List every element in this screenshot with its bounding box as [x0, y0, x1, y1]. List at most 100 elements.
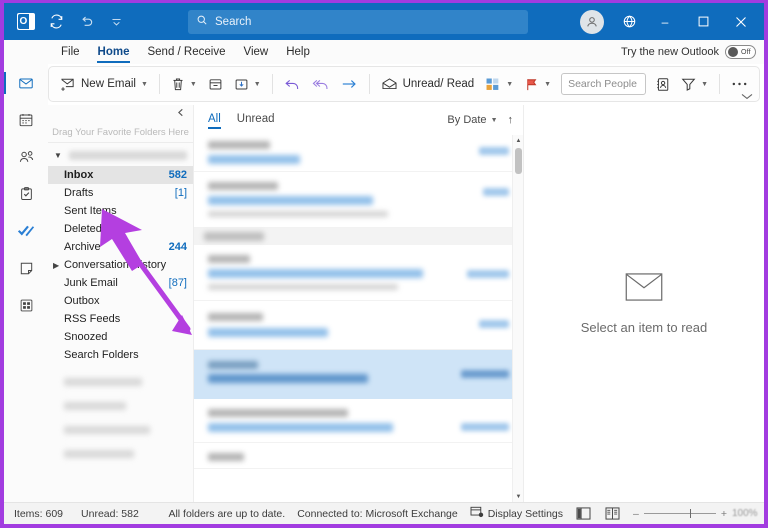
- chevron-down-icon[interactable]: ▼: [190, 81, 197, 88]
- scroll-down-button[interactable]: ▼: [513, 491, 523, 502]
- zoom-control[interactable]: – + 100%: [633, 508, 758, 520]
- rail-item-more-apps[interactable]: [11, 292, 41, 318]
- message-row[interactable]: [194, 245, 523, 301]
- display-settings-label: Display Settings: [488, 508, 563, 520]
- zoom-slider[interactable]: [644, 513, 716, 514]
- reply-all-button[interactable]: [307, 71, 335, 97]
- sort-by-label: By Date: [447, 114, 486, 126]
- favorites-hint: Drag Your Favorite Folders Here: [52, 127, 189, 138]
- try-new-outlook[interactable]: Try the new Outlook Off: [621, 40, 756, 64]
- reply-button[interactable]: [279, 71, 306, 97]
- rail-item-mail[interactable]: [11, 70, 41, 96]
- account-avatar-icon[interactable]: [580, 10, 604, 34]
- minimize-button[interactable]: –: [646, 3, 684, 40]
- title-bar-right: –: [580, 3, 760, 40]
- globe-icon[interactable]: [612, 7, 646, 37]
- folder-item-sent-items[interactable]: Sent Items: [48, 202, 193, 220]
- chevron-down-icon[interactable]: ▼: [254, 81, 261, 88]
- rail-item-people[interactable]: [11, 144, 41, 170]
- filter-email-button[interactable]: ▼: [676, 71, 713, 97]
- menu-view[interactable]: View: [234, 40, 277, 64]
- rail-item-tasks[interactable]: [11, 181, 41, 207]
- menu-send-receive[interactable]: Send / Receive: [138, 40, 234, 64]
- chevron-down-icon[interactable]: ▼: [506, 81, 513, 88]
- menu-file[interactable]: File: [52, 40, 89, 64]
- folder-item-archive[interactable]: Archive 244: [48, 238, 193, 256]
- forward-button[interactable]: [336, 71, 363, 97]
- expand-ribbon-icon[interactable]: [741, 92, 753, 102]
- folder-item-drafts[interactable]: Drafts [1]: [48, 184, 193, 202]
- scroll-up-button[interactable]: ▲: [513, 135, 523, 146]
- try-new-outlook-label: Try the new Outlook: [621, 46, 719, 58]
- rail-item-todo[interactable]: [11, 218, 41, 244]
- folder-item-outbox[interactable]: Outbox: [48, 292, 193, 310]
- send-receive-icon[interactable]: [42, 8, 70, 36]
- rail-item-notes[interactable]: [11, 255, 41, 281]
- search-people-input[interactable]: Search People: [561, 73, 646, 95]
- message-row[interactable]: [194, 301, 523, 350]
- message-row[interactable]: [194, 399, 523, 443]
- sort-direction-icon[interactable]: ↑: [508, 114, 514, 126]
- folder-item-junk-email[interactable]: Junk Email [87]: [48, 274, 193, 292]
- flag-button[interactable]: ▼: [519, 71, 556, 97]
- folder-item-rss-feeds[interactable]: RSS Feeds: [48, 310, 193, 328]
- message-row-selected[interactable]: [194, 350, 523, 399]
- display-settings-button[interactable]: Display Settings: [470, 506, 563, 521]
- scrollbar-thumb[interactable]: [515, 148, 522, 174]
- menu-home[interactable]: Home: [89, 40, 139, 64]
- try-new-outlook-toggle[interactable]: Off: [725, 45, 756, 59]
- folder-item-inbox[interactable]: Inbox 582: [48, 166, 193, 184]
- chevron-right-icon[interactable]: ▶: [53, 261, 59, 270]
- unread-read-button[interactable]: Unread/ Read: [376, 71, 480, 97]
- normal-view-icon[interactable]: [575, 506, 592, 521]
- folder-item-deleted-items[interactable]: Deleted Items: [48, 220, 193, 238]
- chevron-down-icon: ▼: [491, 117, 498, 124]
- chevron-down-icon[interactable]: ▼: [544, 81, 551, 88]
- zoom-in-button[interactable]: +: [721, 508, 727, 520]
- message-row[interactable]: [194, 443, 523, 469]
- message-row[interactable]: [194, 135, 523, 172]
- message-group-header[interactable]: [194, 228, 523, 245]
- menu-help[interactable]: Help: [277, 40, 319, 64]
- search-input[interactable]: Search: [215, 16, 251, 28]
- redacted-folder: [64, 426, 150, 434]
- redacted-folder: [64, 402, 126, 410]
- search-icon: [196, 13, 208, 31]
- maximize-button[interactable]: [684, 3, 722, 40]
- folder-item-search-folders[interactable]: Search Folders: [48, 346, 193, 364]
- new-email-button[interactable]: New Email ▼: [55, 71, 153, 97]
- folder-item-conversation-history[interactable]: ▶ Conversation History: [48, 256, 193, 274]
- quick-steps-button[interactable]: ▼: [480, 71, 518, 97]
- unread-read-label: Unread/ Read: [403, 78, 475, 90]
- filter-tab-unread[interactable]: Unread: [237, 113, 275, 128]
- delete-button[interactable]: ▼: [166, 71, 202, 97]
- status-unread-count: Unread: 582: [81, 508, 139, 520]
- collapse-pane-icon[interactable]: [176, 108, 185, 119]
- customize-qat-icon[interactable]: [102, 8, 130, 36]
- account-row[interactable]: ▼: [48, 143, 193, 164]
- folder-label: Deleted Items: [64, 223, 187, 235]
- close-button[interactable]: [722, 3, 760, 40]
- chevron-down-icon[interactable]: ▼: [54, 151, 64, 160]
- folder-label: RSS Feeds: [64, 313, 187, 325]
- reading-view-icon[interactable]: [604, 506, 621, 521]
- zoom-out-button[interactable]: –: [633, 508, 639, 520]
- message-list-scrollbar[interactable]: ▲ ▼: [512, 135, 523, 502]
- address-book-button[interactable]: [651, 71, 675, 97]
- chevron-down-icon[interactable]: ▼: [701, 81, 708, 88]
- move-button[interactable]: ▼: [229, 71, 266, 97]
- message-row[interactable]: [194, 172, 523, 228]
- rail-item-calendar[interactable]: [11, 107, 41, 133]
- search-box[interactable]: Search: [188, 10, 528, 34]
- divider: [369, 74, 370, 94]
- redacted-folder: [64, 450, 134, 458]
- sort-by-dropdown[interactable]: By Date ▼: [447, 114, 497, 126]
- message-list[interactable]: ▲ ▼: [194, 135, 523, 502]
- filter-tab-all[interactable]: All: [208, 113, 221, 128]
- outlook-logo-icon[interactable]: [12, 8, 40, 36]
- archive-button[interactable]: [203, 71, 228, 97]
- chevron-down-icon[interactable]: ▼: [141, 81, 148, 88]
- message-list-pane: All Unread By Date ▼ ↑: [193, 105, 523, 502]
- folder-item-snoozed[interactable]: Snoozed: [48, 328, 193, 346]
- undo-icon[interactable]: [72, 8, 100, 36]
